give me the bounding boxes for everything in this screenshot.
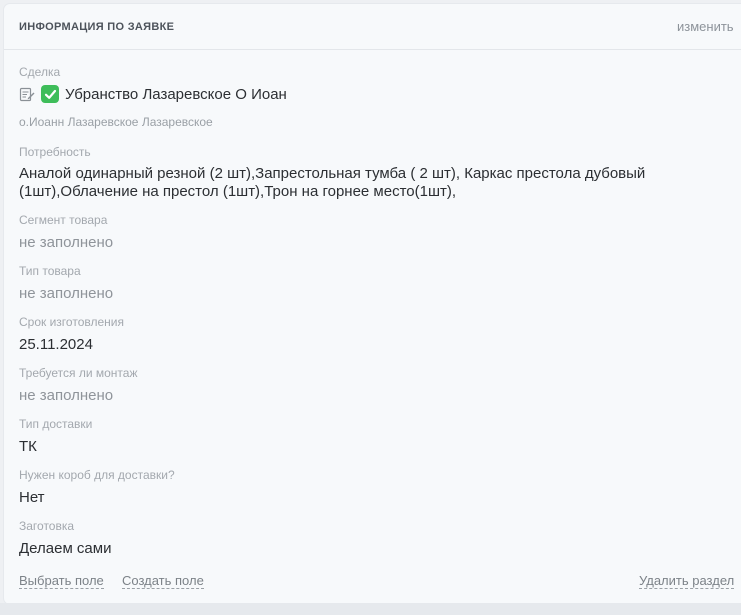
field-need: Потребность Аналой одинарный резной (2 ш… [19,145,679,201]
deal-field: Сделка Убранство Лазаревское О Иоан о.Ио… [19,65,287,129]
field-box-needed: Нужен короб для доставки? Нет [19,468,175,507]
field-label: Срок изготовления [19,315,124,329]
edit-link[interactable]: изменить [677,19,734,34]
deal-title-link[interactable]: Убранство Лазаревское О Иоан [65,86,287,103]
field-segment: Сегмент товара не заполнено [19,213,113,252]
request-info-panel: ИНФОРМАЦИЯ ПО ЗАЯВКЕ изменить Сделка Убр… [4,4,741,604]
field-product-type: Тип товара не заполнено [19,264,113,303]
field-label: Потребность [19,145,91,159]
field-value: не заполнено [19,234,114,251]
select-field-link[interactable]: Выбрать поле [19,573,104,589]
field-value: 25.11.2024 [19,336,93,353]
panel-header: ИНФОРМАЦИЯ ПО ЗАЯВКЕ изменить [4,4,741,50]
field-production-date: Срок изготовления 25.11.2024 [19,315,124,354]
field-blank: Заготовка Делаем сами [19,519,111,558]
panel-bottom-strip [0,603,741,615]
field-value: ТК [19,438,37,455]
panel-title: ИНФОРМАЦИЯ ПО ЗАЯВКЕ [19,21,175,33]
field-value: Аналой одинарный резной (2 шт),Запрестол… [19,165,646,200]
edit-document-icon[interactable] [19,86,35,102]
field-value: не заполнено [19,285,114,302]
field-value: Нет [19,489,45,506]
field-label: Сегмент товара [19,213,108,227]
check-mark-icon [41,85,59,103]
deal-contact: о.Иоанн Лазаревское Лазаревское [19,115,213,129]
create-field-link[interactable]: Создать поле [122,573,204,589]
deal-label: Сделка [19,65,61,79]
field-label: Тип доставки [19,417,93,431]
field-delivery-type: Тип доставки ТК [19,417,92,456]
field-label: Заготовка [19,519,75,533]
delete-section-link[interactable]: Удалить раздел [639,573,735,589]
deal-row: Убранство Лазаревское О Иоан [19,85,287,103]
field-value: не заполнено [19,387,114,404]
field-label: Требуется ли монтаж [19,366,138,380]
field-label: Нужен короб для доставки? [19,468,175,482]
field-label: Тип товара [19,264,81,278]
field-installation: Требуется ли монтаж не заполнено [19,366,137,405]
field-value: Делаем сами [19,540,112,557]
